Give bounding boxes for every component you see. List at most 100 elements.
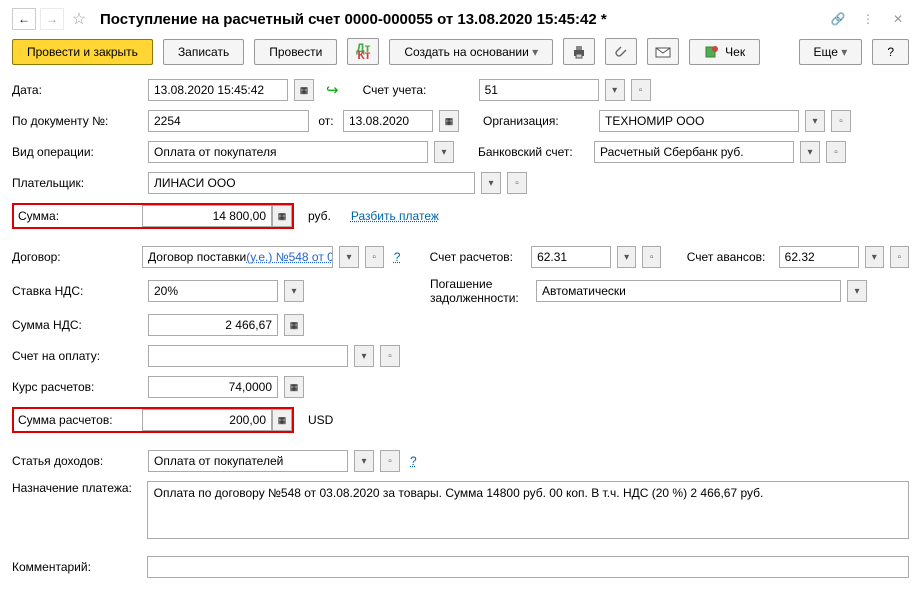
close-icon[interactable]: ✕ — [887, 9, 909, 29]
vat-input[interactable] — [148, 280, 278, 302]
income-input[interactable] — [148, 450, 348, 472]
calc-sum-calc-icon[interactable]: ▦ — [272, 409, 292, 431]
split-payment-link[interactable]: Разбить платеж — [351, 209, 439, 223]
docnum-label: По документу №: — [12, 114, 142, 128]
contract-dropdown[interactable]: ▾ — [339, 246, 358, 268]
contract-input[interactable]: Договор поставки (у.е.) №548 от 03 — [142, 246, 333, 268]
contract-help-icon[interactable]: ? — [394, 250, 401, 264]
window-header: ← → ☆ Поступление на расчетный счет 0000… — [12, 8, 909, 30]
optype-label: Вид операции: — [12, 145, 142, 159]
sum-input[interactable] — [142, 205, 272, 227]
account-dropdown[interactable]: ▾ — [605, 79, 625, 101]
calc-acc-input[interactable] — [531, 246, 611, 268]
adv-acc-input[interactable] — [779, 246, 859, 268]
account-input[interactable] — [479, 79, 599, 101]
debt-dropdown[interactable]: ▾ — [847, 280, 867, 302]
income-popup[interactable]: ▫ — [380, 450, 400, 472]
bank-popup[interactable]: ▫ — [826, 141, 846, 163]
contract-prefix: Договор поставки — [148, 250, 246, 264]
invoice-dropdown[interactable]: ▾ — [354, 345, 374, 367]
check-label: Чек — [725, 45, 745, 59]
payer-dropdown[interactable]: ▾ — [481, 172, 501, 194]
comment-input[interactable] — [147, 556, 909, 578]
vat-sum-label: Сумма НДС: — [12, 318, 142, 332]
org-dropdown[interactable]: ▾ — [805, 110, 825, 132]
vat-dropdown[interactable]: ▾ — [284, 280, 304, 302]
adv-acc-label: Счет авансов: — [687, 250, 773, 264]
sum-label: Сумма: — [14, 209, 142, 223]
more-icon[interactable]: ⋮ — [857, 9, 879, 29]
print-icon — [571, 44, 587, 60]
submit-button[interactable]: Провести — [254, 39, 337, 65]
sum-highlight: Сумма: ▦ — [12, 203, 294, 229]
optype-input[interactable] — [148, 141, 428, 163]
vat-sum-input[interactable] — [148, 314, 278, 336]
bank-dropdown[interactable]: ▾ — [800, 141, 820, 163]
rate-label: Курс расчетов: — [12, 380, 142, 394]
invoice-input[interactable] — [148, 345, 348, 367]
calc-sum-currency: USD — [308, 413, 333, 427]
save-button[interactable]: Записать — [163, 39, 244, 65]
comment-label: Комментарий: — [12, 560, 141, 574]
debt-label: Погашение задолженности: — [430, 277, 530, 305]
org-input[interactable] — [599, 110, 799, 132]
purpose-textarea[interactable] — [147, 481, 909, 539]
calc-acc-label: Счет расчетов: — [430, 250, 525, 264]
page-title: Поступление на расчетный счет 0000-00005… — [100, 11, 823, 28]
green-arrow-icon[interactable]: ↪ — [326, 81, 339, 99]
create-based-button[interactable]: Создать на основании — [389, 39, 553, 65]
vat-label: Ставка НДС: — [12, 284, 142, 298]
contract-popup[interactable]: ▫ — [365, 246, 384, 268]
link-icon[interactable]: 🔗 — [827, 9, 849, 29]
toolbar: Провести и закрыть Записать Провести ДтК… — [12, 38, 909, 65]
income-help-icon[interactable]: ? — [410, 454, 417, 468]
calc-acc-popup[interactable]: ▫ — [642, 246, 661, 268]
rate-calc-icon[interactable]: ▦ — [284, 376, 304, 398]
calendar-icon[interactable]: ▦ — [294, 79, 314, 101]
payer-label: Плательщик: — [12, 176, 142, 190]
check-button[interactable]: Чек — [689, 39, 760, 65]
invoice-label: Счет на оплату: — [12, 349, 142, 363]
purpose-label: Назначение платежа: — [12, 481, 141, 495]
adv-acc-dropdown[interactable]: ▾ — [865, 246, 884, 268]
org-label: Организация: — [483, 114, 593, 128]
envelope-button[interactable] — [647, 38, 679, 65]
account-popup[interactable]: ▫ — [631, 79, 651, 101]
adv-acc-popup[interactable]: ▫ — [890, 246, 909, 268]
payer-input[interactable] — [148, 172, 475, 194]
docdate-input[interactable] — [343, 110, 433, 132]
income-label: Статья доходов: — [12, 454, 142, 468]
date-label: Дата: — [12, 83, 142, 97]
docdate-calendar-icon[interactable]: ▦ — [439, 110, 459, 132]
account-label: Счет учета: — [363, 83, 473, 97]
more-button[interactable]: Еще — [799, 39, 863, 65]
nav-forward-button[interactable]: → — [40, 8, 64, 30]
vat-sum-calc-icon[interactable]: ▦ — [284, 314, 304, 336]
calc-sum-input[interactable] — [142, 409, 272, 431]
attach-button[interactable] — [605, 38, 637, 65]
help-button[interactable]: ? — [872, 39, 909, 65]
payer-popup[interactable]: ▫ — [507, 172, 527, 194]
docnum-input[interactable] — [148, 110, 309, 132]
contract-link[interactable]: (у.е.) №548 от 03 — [246, 250, 333, 264]
sum-currency: руб. — [308, 209, 331, 223]
invoice-popup[interactable]: ▫ — [380, 345, 400, 367]
income-dropdown[interactable]: ▾ — [354, 450, 374, 472]
date-input[interactable] — [148, 79, 288, 101]
rate-input[interactable] — [148, 376, 278, 398]
print-button[interactable] — [563, 38, 595, 65]
submit-close-button[interactable]: Провести и закрыть — [12, 39, 153, 65]
nav-back-button[interactable]: ← — [12, 8, 36, 30]
sum-calc-icon[interactable]: ▦ — [272, 205, 292, 227]
receipt-icon — [704, 45, 720, 59]
calc-acc-dropdown[interactable]: ▾ — [617, 246, 636, 268]
dtkt-button[interactable]: ДтКт — [347, 38, 379, 65]
debt-input[interactable] — [536, 280, 841, 302]
org-popup[interactable]: ▫ — [831, 110, 851, 132]
paperclip-icon — [614, 45, 628, 59]
envelope-icon — [655, 45, 671, 59]
star-icon[interactable]: ☆ — [68, 9, 90, 29]
bank-input[interactable] — [594, 141, 794, 163]
contract-label: Договор: — [12, 250, 136, 264]
optype-dropdown[interactable]: ▾ — [434, 141, 454, 163]
